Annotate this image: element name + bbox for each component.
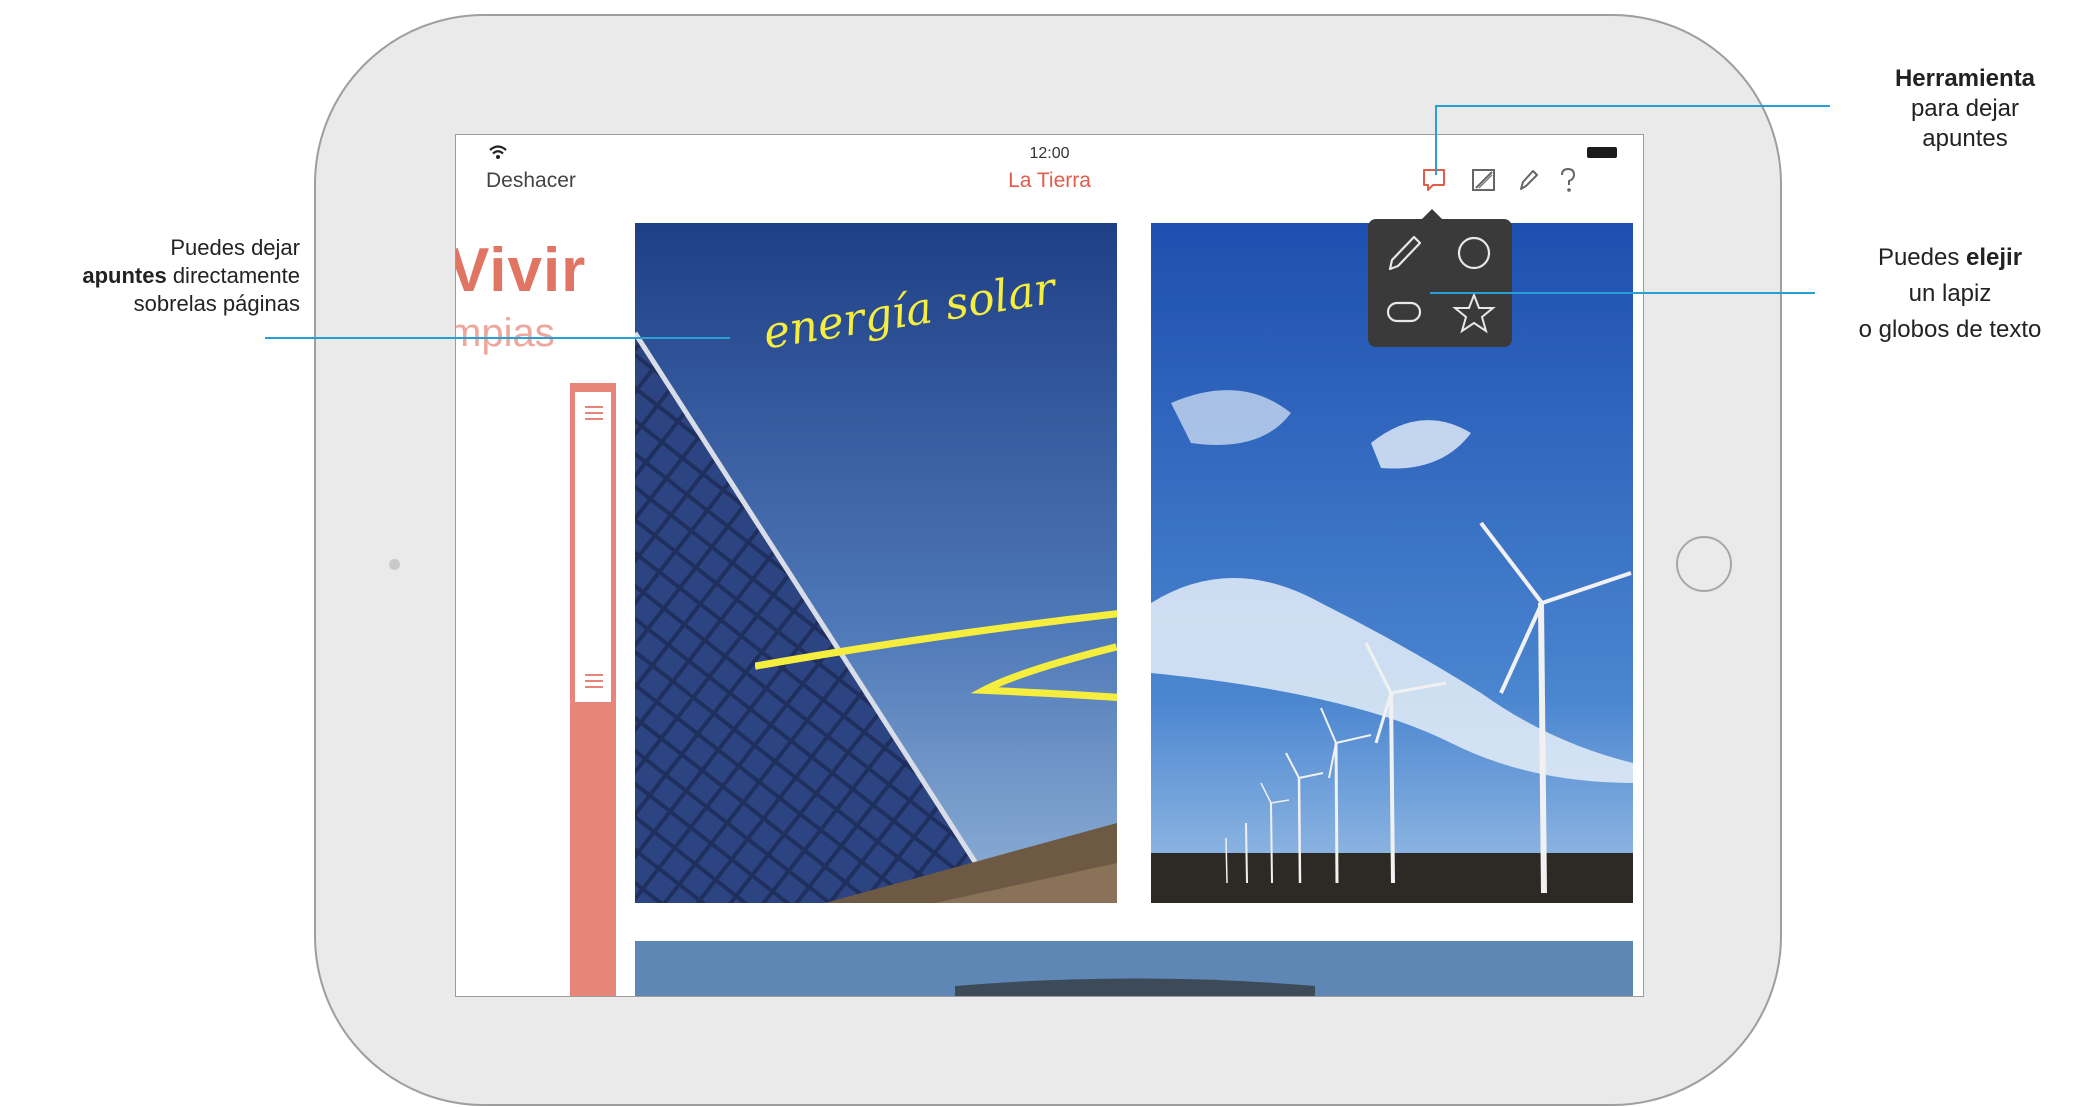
bottom-photo [635,941,1633,996]
popover-arrow [1422,209,1442,219]
callout-left-line3: sobrelas páginas [133,291,300,316]
callout-choose-pencil: Puedes elejir un lapiz o globos de texto [1820,240,2080,348]
callout-line-tool-vertical [1435,105,1437,175]
help-icon[interactable] [1553,165,1583,195]
undo-button[interactable]: Deshacer [486,169,576,193]
scroller-grip-top[interactable] [585,406,603,420]
solar-panel-photo: energía solar [635,223,1117,903]
callout-tool-line2: para dejar [1910,95,2020,122]
scroller-grip-bottom[interactable] [585,674,603,688]
tool-popover [1368,209,1512,347]
callout-left-line1: Puedes dejar [170,235,300,260]
callout-line-choose [1430,292,1815,294]
star-shape-icon[interactable] [1450,289,1498,337]
callout-left-line2: apuntes directamente [30,262,300,290]
note-bubble-icon[interactable] [1419,165,1449,195]
callout-choose-line3: o globos de texto [1858,316,2042,343]
callout-choose-line2: un lapiz [1908,280,1992,307]
callout-choose-bold: elejir [1966,244,2023,271]
image-edit-icon[interactable] [1469,165,1499,195]
page-title: La Tierra [1008,169,1091,192]
callout-note-tool: Herramienta para dejar apuntes [1850,64,2080,154]
page-scroller[interactable] [570,383,616,996]
circle-shape-icon[interactable] [1450,229,1498,277]
scroller-track[interactable] [574,391,612,703]
callout-notes-on-pages: Puedes dejar apuntes directamente sobrel… [30,234,300,318]
rounded-rect-shape-icon[interactable] [1380,289,1428,337]
home-button[interactable] [1676,536,1732,592]
status-time: 12:00 [1029,145,1070,162]
page-heading: Vivir [455,236,587,305]
callout-line-tool-horizontal [1435,105,1830,107]
callout-left-bold: apuntes [82,263,167,288]
nav-bar: Deshacer La Tierra [456,167,1643,207]
pencil-icon[interactable] [1380,229,1428,277]
handwritten-underline [755,610,1117,701]
tablet-screen: 12:00 Deshacer La Tierra Vivir mpias ene… [455,134,1644,997]
camera-dot [389,559,400,570]
callout-choose-line1: Puedes elejir [1820,240,2080,276]
callout-left-rest: directamente [166,263,300,288]
callout-tool-bold: Herramienta [1894,65,2036,92]
battery-icon [1587,147,1617,158]
page-subheading: mpias [455,311,555,355]
callout-line-left [265,337,730,339]
status-bar: 12:00 [456,135,1643,169]
pencil-icon[interactable] [1513,165,1543,195]
callout-choose-pre: Puedes [1877,244,1967,271]
callout-tool-line3: apuntes [1922,125,2008,152]
